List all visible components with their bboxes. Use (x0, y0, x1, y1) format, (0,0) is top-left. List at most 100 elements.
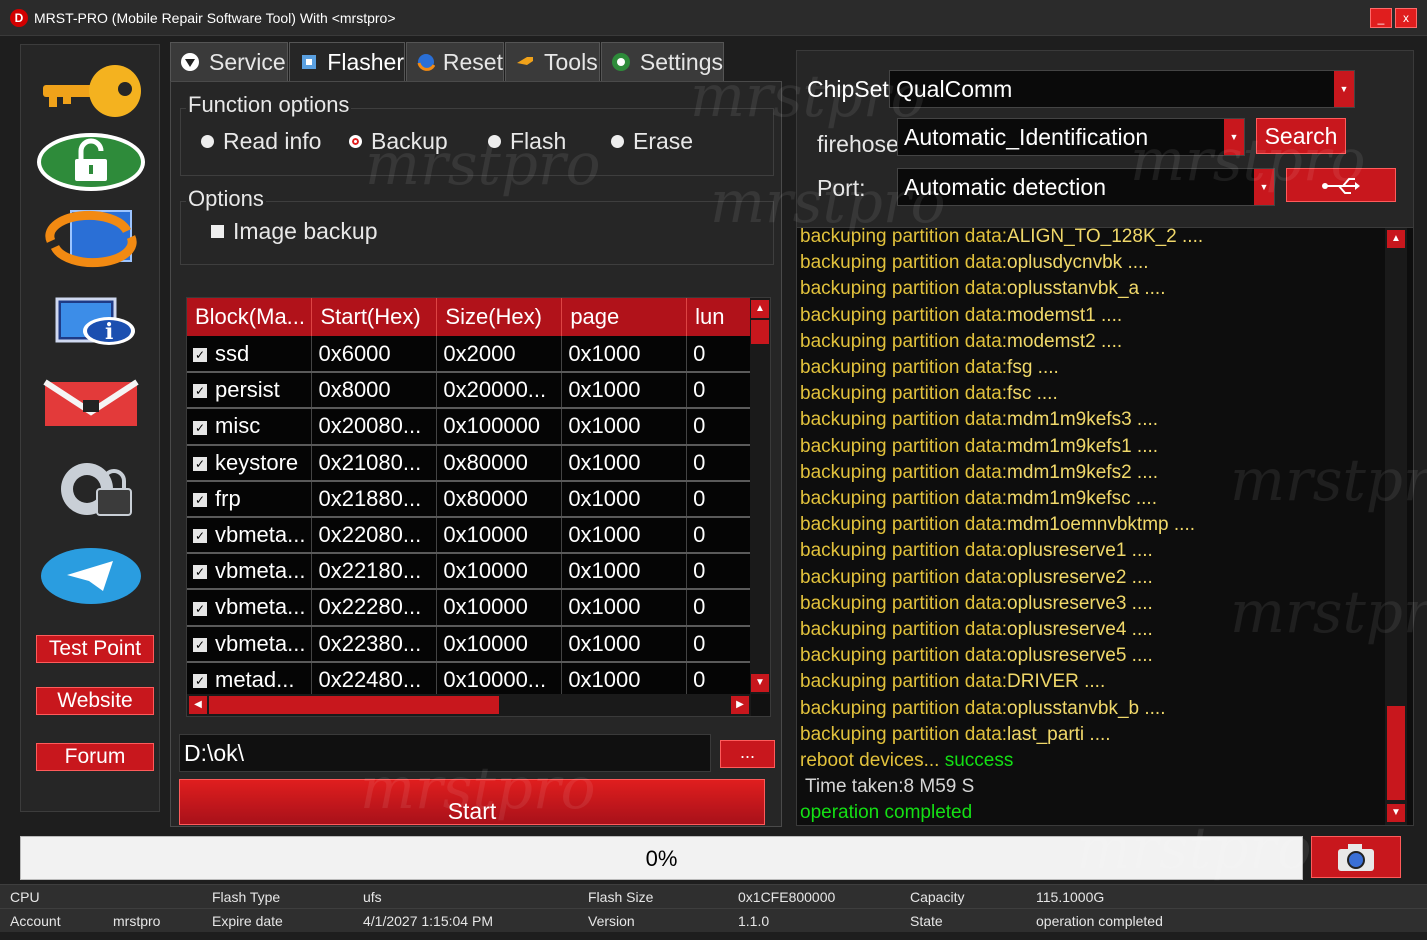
table-cell: ✓ vbmeta... (187, 625, 313, 663)
log-name: Time taken:8 M59 S (805, 776, 975, 798)
radio-backup[interactable]: Backup (349, 128, 448, 155)
table-cell: 0x20080... (311, 408, 438, 446)
table-row[interactable]: ✓ misc 0x20080... 0x100000 0x1000 0 (187, 408, 751, 446)
image-backup-checkbox[interactable]: Image backup (211, 218, 377, 245)
row-checkbox[interactable]: ✓ (193, 420, 207, 435)
table-cell: 0x2000 (436, 336, 563, 374)
flash-type-label: Flash Type (212, 889, 281, 905)
column-header-size[interactable]: Size(Hex) (436, 298, 563, 336)
table-row[interactable]: ✓ vbmeta... 0x22180... 0x10000 0x1000 0 (187, 553, 751, 591)
browse-button[interactable]: ... (720, 740, 775, 768)
tab-tools[interactable]: Tools (505, 42, 600, 82)
log-prefix: reboot devices... (800, 750, 945, 771)
log-suffix: operation completed (800, 802, 973, 824)
log-line: backuping partition data:ALIGN_TO_128K_2… (800, 228, 1203, 248)
function-options-title: Function options (186, 92, 352, 118)
info-monitor-icon[interactable]: i (21, 287, 161, 357)
cell-text: 0x8000 (318, 377, 391, 403)
key-icon[interactable] (21, 55, 161, 125)
log-line: Time taken:8 M59 S (800, 776, 974, 798)
minimize-button[interactable]: _ (1370, 8, 1392, 28)
table-cell: 0x1000 (561, 516, 688, 555)
table-row[interactable]: ✓ keystore 0x21080... 0x80000 0x1000 0 (187, 444, 751, 482)
row-checkbox[interactable]: ✓ (193, 637, 207, 652)
horizontal-scroll-thumb[interactable] (209, 696, 499, 714)
tab-flasher[interactable]: Flasher (289, 42, 405, 82)
tab-reset[interactable]: Reset (406, 42, 504, 82)
radio-read-info[interactable]: Read info (201, 128, 321, 155)
cell-text: 0 (693, 449, 706, 475)
log-name: mdm1m9kefs2 .... (1007, 461, 1159, 483)
scroll-down-icon[interactable]: ▼ (1387, 804, 1405, 822)
row-checkbox[interactable]: ✓ (193, 565, 207, 580)
forum-button[interactable]: Forum (36, 743, 154, 771)
scroll-up-icon[interactable]: ▲ (751, 300, 769, 318)
scroll-thumb[interactable] (751, 320, 769, 344)
table-row[interactable]: ✓ frp 0x21880... 0x80000 0x1000 0 (187, 480, 751, 518)
table-row[interactable]: ✓ metad... 0x22480... 0x10000... 0x1000 0 (187, 661, 751, 699)
cell-text: misc (215, 413, 261, 439)
row-checkbox[interactable]: ✓ (193, 384, 207, 399)
table-horizontal-scrollbar[interactable]: ◀ ▶ (187, 694, 751, 716)
row-checkbox[interactable]: ✓ (193, 456, 207, 471)
column-header-start[interactable]: Start(Hex) (311, 298, 438, 336)
column-header-page[interactable]: page (561, 298, 688, 336)
table-cell: ✓ frp (187, 480, 313, 518)
svg-text:i: i (105, 319, 113, 345)
column-header-lun[interactable]: lun (686, 298, 751, 336)
table-row[interactable]: ✓ vbmeta... 0x22280... 0x10000 0x1000 0 (187, 589, 751, 627)
table-row[interactable]: ✓ ssd 0x6000 0x2000 0x1000 0 (187, 336, 751, 374)
usb-button[interactable] (1286, 168, 1396, 202)
scroll-right-icon[interactable]: ▶ (731, 696, 749, 714)
website-button[interactable]: Website (36, 687, 154, 715)
chipset-select[interactable]: QualComm ▼ (889, 70, 1355, 108)
log-suffix: success (944, 750, 1014, 771)
title-bar: D MRST-PRO (Mobile Repair Software Tool)… (0, 0, 1427, 36)
radio-flash[interactable]: Flash (488, 128, 566, 155)
row-checkbox[interactable]: ✓ (193, 493, 207, 508)
telegram-icon[interactable] (21, 541, 161, 611)
row-checkbox[interactable]: ✓ (193, 673, 207, 688)
start-button[interactable]: Start (179, 779, 765, 825)
row-checkbox[interactable]: ✓ (193, 529, 207, 544)
log-line: backuping partition data:DRIVER .... (800, 671, 1105, 693)
unlock-icon[interactable] (21, 127, 161, 197)
tab-settings[interactable]: Settings (601, 42, 724, 82)
log-prefix: backuping partition data: (800, 697, 1008, 719)
log-prefix: backuping partition data: (800, 383, 1008, 405)
version-value: 1.1.0 (738, 913, 770, 929)
table-cell: 0x10000 (436, 625, 563, 663)
path-input[interactable]: D:\ok\ (179, 734, 711, 772)
search-button[interactable]: Search (1256, 118, 1346, 154)
cell-text: 0x100000 (443, 413, 541, 439)
cell-text: 0x22080... (318, 522, 422, 548)
cell-text: 0x10000 (443, 558, 528, 584)
row-checkbox[interactable]: ✓ (193, 347, 207, 362)
mail-lock-icon[interactable] (21, 371, 161, 441)
flash-size-value: 0x1CFE800000 (738, 889, 836, 905)
scroll-up-icon[interactable]: ▲ (1387, 230, 1405, 248)
log-line: backuping partition data:oplusstanvbk_b … (800, 698, 1165, 720)
table-row[interactable]: ✓ vbmeta... 0x22080... 0x10000 0x1000 0 (187, 516, 751, 555)
table-row[interactable]: ✓ persist 0x8000 0x20000... 0x1000 0 (187, 372, 751, 410)
radio-erase[interactable]: Erase (611, 128, 693, 155)
table-cell: 0x22180... (311, 553, 438, 591)
log-scroll-thumb[interactable] (1387, 706, 1405, 800)
row-checkbox[interactable]: ✓ (193, 601, 207, 616)
firehose-select[interactable]: Automatic_Identification ▼ (897, 118, 1245, 156)
test-point-button[interactable]: Test Point (36, 635, 154, 663)
log-scrollbar[interactable]: ▲ ▼ (1385, 228, 1407, 825)
table-cell: 0x8000 (311, 372, 438, 410)
tab-service[interactable]: Service (170, 42, 288, 82)
port-select[interactable]: Automatic detection ▼ (897, 168, 1275, 206)
scroll-down-icon[interactable]: ▼ (751, 674, 769, 692)
scroll-left-icon[interactable]: ◀ (189, 696, 207, 714)
gear-lock-icon[interactable] (21, 455, 161, 525)
column-header-block[interactable]: Block(Ma... (187, 298, 313, 336)
refresh-monitor-icon[interactable] (21, 203, 161, 273)
screenshot-button[interactable] (1311, 836, 1401, 878)
table-row[interactable]: ✓ vbmeta... 0x22380... 0x10000 0x1000 0 (187, 625, 751, 663)
table-vertical-scrollbar[interactable]: ▲ ▼ (750, 298, 770, 694)
log-line: backuping partition data:oplusreserve1 .… (800, 540, 1153, 562)
close-button[interactable]: x (1395, 8, 1417, 28)
